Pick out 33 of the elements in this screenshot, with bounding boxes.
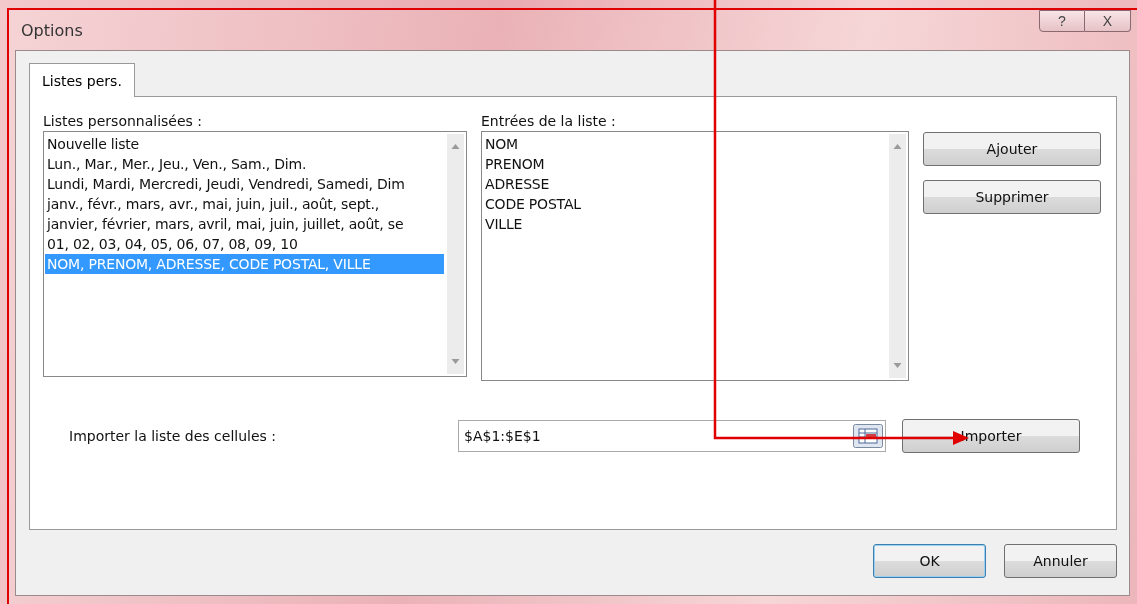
window-title: Options [21, 20, 83, 40]
side-button[interactable]: Supprimer [923, 180, 1101, 214]
entry-line: CODE POSTAL [484, 195, 582, 214]
entries-textarea[interactable]: NOM PRENOM ADRESSE CODE POSTAL VILLE [481, 131, 909, 381]
list-item[interactable]: Nouvelle liste [45, 134, 444, 154]
entry-line: NOM [484, 135, 519, 154]
tab[interactable]: Listes pers. [29, 63, 135, 97]
range-select-icon[interactable] [853, 424, 883, 448]
list-item[interactable]: Lundi, Mardi, Mercredi, Jeudi, Vendredi, Samedi, Dim [45, 174, 444, 194]
dialog-button[interactable]: OK [873, 544, 986, 578]
scroll-up-icon[interactable] [451, 144, 460, 149]
entry-line: ADRESSE [484, 175, 551, 194]
custom-lists-listbox[interactable] [43, 131, 467, 377]
entry-line: VILLE [484, 215, 524, 234]
list-item[interactable]: janvier, février, mars, avril, mai, juin, juillet, août, se [45, 214, 444, 234]
list-item[interactable]: 01, 02, 03, 04, 05, 06, 07, 08, 09, 10 [45, 234, 444, 254]
field-label: Listes personnalisées : [43, 113, 204, 129]
list-item[interactable]: Lun., Mar., Mer., Jeu., Ven., Sam., Dim. [45, 154, 444, 174]
help-button[interactable]: ? [1039, 10, 1085, 32]
field-label: Entrées de la liste : [481, 113, 617, 129]
scroll-down-icon[interactable] [893, 363, 902, 368]
side-button[interactable]: Ajouter [923, 132, 1101, 166]
field-label: Importer la liste des cellules : [68, 428, 277, 444]
import-button[interactable]: Importer [902, 419, 1080, 453]
scrollbar[interactable] [447, 134, 464, 374]
range-input-field[interactable]: $A$1:$E$1 [458, 420, 886, 452]
scrollbar[interactable] [889, 134, 906, 378]
scroll-down-icon[interactable] [451, 359, 460, 364]
entry-line: PRENOM [484, 155, 546, 174]
scroll-up-icon[interactable] [893, 144, 902, 149]
close-button[interactable]: X [1085, 10, 1131, 32]
dialog-button[interactable]: Annuler [1004, 544, 1117, 578]
list-item[interactable]: janv., févr., mars, avr., mai, juin, juil., août, sept., [45, 194, 444, 214]
